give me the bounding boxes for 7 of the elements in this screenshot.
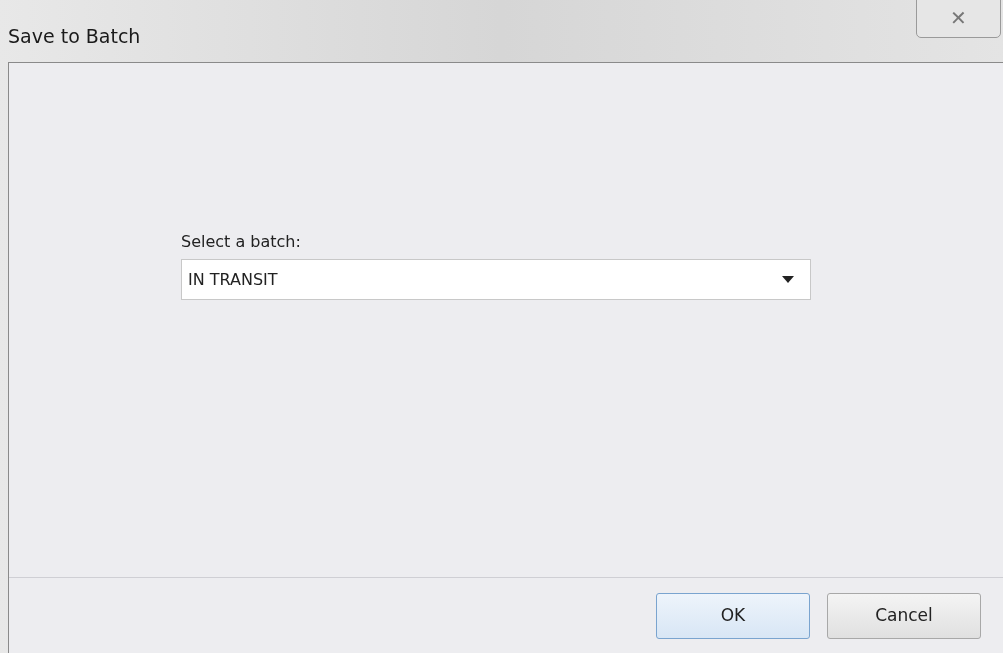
batch-label: Select a batch: bbox=[181, 231, 302, 253]
dialog-button[interactable]: Cancel bbox=[827, 592, 981, 639]
close-button[interactable]: ✕ bbox=[916, 0, 1001, 38]
window-title: Save to Batch bbox=[8, 24, 141, 49]
dialog-button[interactable]: OK bbox=[656, 592, 810, 639]
batch-dropdown[interactable]: IN TRANSIT bbox=[181, 259, 811, 300]
dropdown-caret-icon bbox=[782, 276, 794, 283]
